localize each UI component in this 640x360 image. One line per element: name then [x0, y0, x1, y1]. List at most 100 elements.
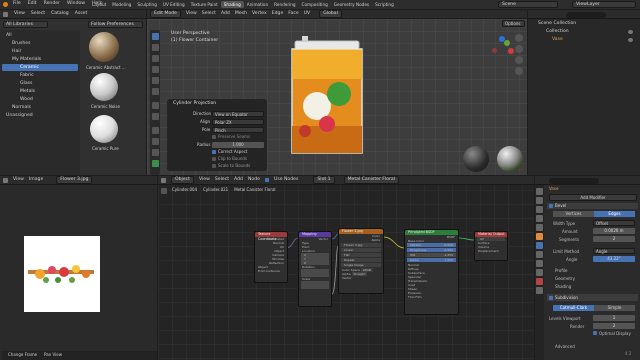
menu-asset[interactable]: Asset [75, 11, 88, 17]
transform-orientation[interactable]: Global [319, 9, 342, 19]
tree-item-hair[interactable]: Hair [12, 49, 21, 55]
pan-icon[interactable] [515, 45, 523, 53]
menu-select[interactable]: Select [31, 11, 45, 17]
bevel-modifier-header[interactable]: Bevel [547, 203, 638, 209]
img-menu-image[interactable]: Image [29, 177, 43, 183]
rotate-tool-icon[interactable] [151, 66, 159, 73]
node-image-selector[interactable]: Flower 3.jpg [341, 243, 381, 247]
physics-tab-icon[interactable] [536, 251, 543, 258]
vp-menu-edge[interactable]: Edge [272, 11, 284, 17]
scene-selector[interactable]: Scene [498, 1, 558, 8]
outliner-search-input[interactable] [566, 11, 606, 18]
segments-field[interactable]: 2 [593, 235, 635, 242]
menu-render[interactable]: Render [44, 2, 60, 7]
levels-viewport-field[interactable]: 1 [593, 314, 635, 321]
op-radius-field[interactable]: 1.000 [212, 141, 264, 148]
zoom-icon[interactable] [515, 34, 523, 42]
tab-scripting[interactable]: Scripting [372, 1, 397, 8]
scale-bounds-checkbox[interactable] [212, 164, 216, 168]
image-selector[interactable]: Flower 3.jpg [56, 175, 93, 185]
op-direction-select[interactable]: View on Equator [212, 110, 264, 117]
navigation-gizmo[interactable] [489, 36, 515, 62]
optimal-display-checkbox[interactable] [593, 331, 597, 335]
op-align-select[interactable]: Polar ZX [212, 118, 264, 125]
scale-tool-icon[interactable] [151, 77, 159, 84]
tree-item-fabric[interactable]: Fabric [20, 73, 34, 79]
select-tool-icon[interactable] [151, 33, 159, 40]
subsurf-modifier-name[interactable]: Subdivision [555, 295, 578, 300]
section-profile[interactable]: Profile [555, 268, 567, 273]
outliner-item-collection[interactable]: Collection [546, 29, 569, 35]
vp-menu-add[interactable]: Add [221, 11, 230, 17]
mode-selector[interactable]: Edit Mode [150, 9, 181, 19]
modifier-tab-icon[interactable] [536, 242, 543, 249]
viewlayer-selector[interactable]: ViewLayer [572, 1, 636, 8]
node-texture-coordinate[interactable]: Texture Coordinate Generated Normal UV O… [254, 231, 288, 283]
material-tab-icon[interactable] [536, 278, 543, 285]
clip-bounds-checkbox[interactable] [212, 157, 216, 161]
constraints-tab-icon[interactable] [536, 260, 543, 267]
tab-compositing[interactable]: Compositing [299, 1, 331, 8]
transform-tool-icon[interactable] [151, 88, 159, 95]
menu-catalog[interactable]: Catalog [51, 11, 69, 17]
tree-item-all[interactable]: All [6, 33, 12, 39]
import-method-selector[interactable]: Follow Preferences [88, 21, 143, 28]
object-tab-icon[interactable] [536, 233, 543, 240]
subsurf-tab-simple[interactable]: Simple [594, 305, 635, 311]
vp-menu-select[interactable]: Select [202, 11, 216, 17]
node-image-texture[interactable]: Flower 3.jpg Color Alpha Flower 3.jpg Li… [338, 228, 384, 294]
limit-method-select[interactable]: Angle [593, 247, 635, 254]
section-advanced[interactable]: Advanced [555, 344, 575, 349]
scene-tab-icon[interactable] [536, 215, 543, 222]
move-tool-icon[interactable] [151, 55, 159, 62]
node-source-select[interactable]: Single Image [341, 263, 381, 267]
editor-type-icon-image[interactable] [3, 177, 8, 183]
correct-aspect-checkbox[interactable] [212, 150, 216, 154]
tree-item-glass[interactable]: Glass [20, 81, 32, 87]
amount-field[interactable]: 0.0026 m [593, 227, 635, 234]
image-editor[interactable]: View Image Flower 3.jpg Change Frame Pan… [0, 175, 157, 360]
subsurf-tab-catmull[interactable]: Catmull-Clark [553, 305, 594, 311]
preserve-seams-checkbox[interactable] [212, 134, 216, 139]
asset-thumb-ceramic-pure[interactable] [90, 115, 118, 143]
tab-shading[interactable]: Shading [220, 1, 244, 8]
node-field[interactable]: Alpha 1.000 [407, 258, 456, 262]
asset-thumb-ceramic-noise[interactable] [90, 73, 118, 101]
cursor-tool-icon[interactable] [151, 44, 159, 51]
tab-layout[interactable]: Layout [89, 1, 109, 8]
vp-menu-mesh[interactable]: Mesh [235, 11, 247, 17]
menu-edit[interactable]: Edit [28, 2, 37, 7]
vp-menu-face[interactable]: Face [288, 11, 298, 17]
tree-item-brushes[interactable]: Brushes [12, 41, 30, 47]
options-button[interactable]: Options [502, 20, 525, 27]
editor-type-icon[interactable] [3, 11, 8, 17]
vp-menu-view[interactable]: View [186, 11, 197, 17]
camera-icon[interactable] [515, 56, 523, 64]
node-field[interactable]: Metallic 0.500 [407, 243, 456, 247]
outliner-scene-collection[interactable]: Scene Collection [538, 21, 576, 27]
gizmo-x-icon[interactable] [508, 48, 514, 54]
tab-animation[interactable]: Animation [244, 1, 271, 8]
gizmo-neg-x-icon[interactable] [492, 48, 497, 53]
add-modifier-button[interactable]: Add Modifier [549, 194, 637, 201]
tab-sculpting[interactable]: Sculpting [134, 1, 160, 8]
visibility-eye-icon-2[interactable] [628, 38, 633, 42]
vp-menu-vertex[interactable]: Vertex [252, 11, 267, 17]
node-field[interactable] [301, 285, 329, 289]
bevel-tab-edges[interactable]: Edges [594, 211, 635, 217]
tree-item-metals[interactable]: Metals [20, 89, 35, 95]
tree-item-normals[interactable]: Normals [12, 105, 31, 111]
inset-tool-icon[interactable] [151, 138, 159, 145]
subsurf-modifier-header[interactable]: Subdivision [547, 294, 638, 301]
tab-rendering[interactable]: Rendering [271, 1, 298, 8]
data-tab-icon[interactable] [536, 269, 543, 276]
extrude-tool-icon[interactable] [151, 127, 159, 134]
section-shading[interactable]: Shading [555, 284, 571, 289]
measure-tool-icon[interactable] [151, 113, 159, 120]
node-material-output[interactable]: Material Output All Surface Volume Displ… [474, 231, 508, 261]
op-pole-select[interactable]: Pinch [212, 126, 264, 133]
menu-view[interactable]: View [14, 11, 25, 17]
menu-window[interactable]: Window [67, 2, 85, 7]
node-extension-select[interactable]: Repeat [341, 258, 381, 262]
menu-file[interactable]: File [13, 2, 21, 7]
